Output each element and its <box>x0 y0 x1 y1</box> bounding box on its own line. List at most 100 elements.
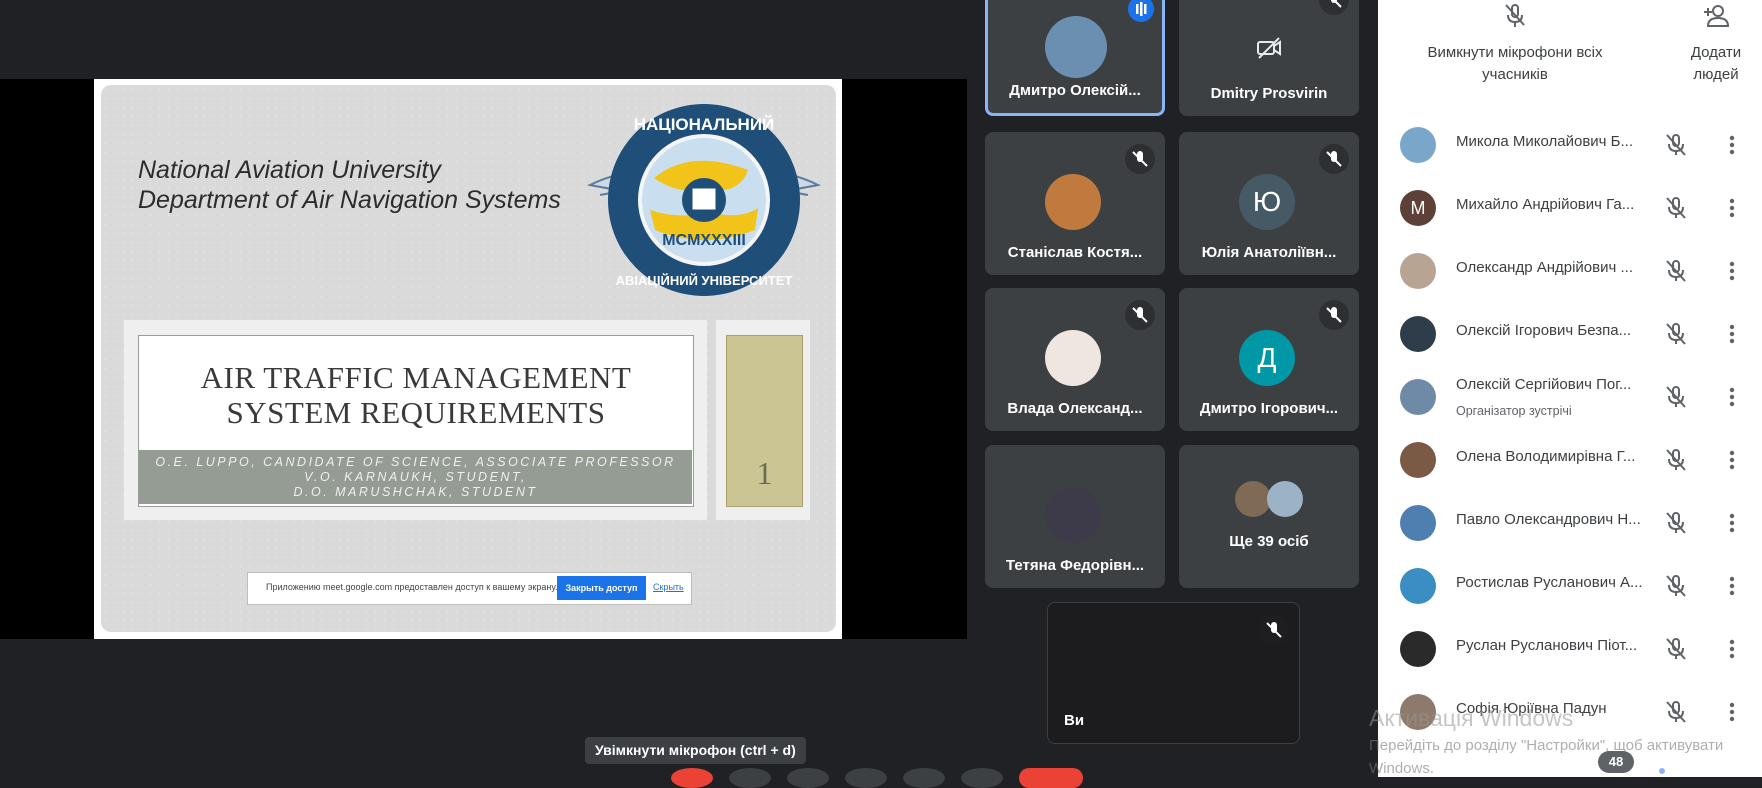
participant-tile[interactable]: Д Дмитро Ігорович... <box>1179 288 1359 431</box>
mic-tooltip: Увімкнути мікрофон (ctrl + d) <box>585 737 806 764</box>
more-vert-icon[interactable] <box>1720 448 1744 472</box>
author-3: D.O. MARUSHCHAK, STUDENT <box>293 485 538 499</box>
avatar <box>1045 174 1101 230</box>
participant-row[interactable]: Олександр Андрійович ... <box>1378 239 1762 302</box>
more-vert-icon[interactable] <box>1720 385 1744 409</box>
mic-off-icon <box>1259 615 1289 645</box>
participant-name: Дмитро Ігорович... <box>1199 400 1339 417</box>
more-vert-icon[interactable] <box>1720 637 1744 661</box>
more-vert-icon[interactable] <box>1720 574 1744 598</box>
participant-name: Павло Олександрович Н... <box>1456 511 1641 528</box>
avatar <box>1400 442 1436 478</box>
participant-tile[interactable]: Станіслав Костя... <box>985 132 1165 275</box>
mic-off-icon[interactable] <box>1662 446 1690 474</box>
participant-row[interactable]: Микола Миколайович Б... <box>1378 113 1762 176</box>
more-participants-tile[interactable]: Ще 39 осіб <box>1179 445 1359 588</box>
more-vert-icon[interactable] <box>1720 511 1744 535</box>
participant-name: Ростислав Русланович А... <box>1456 574 1643 591</box>
slide-title-line2: SYSTEM REQUIREMENTS <box>226 395 606 430</box>
participant-tile[interactable]: Ю Юлія Анатоліївн... <box>1179 132 1359 275</box>
avatar: Ю <box>1239 174 1295 230</box>
mic-off-icon[interactable] <box>1662 572 1690 600</box>
mic-off-icon <box>1319 144 1349 174</box>
university-logo: MCMXXXIII НАЦІОНАЛЬНИЙ АВІАЦІЙНИЙ УНІВЕР… <box>586 104 822 296</box>
logo-top-text: НАЦІОНАЛЬНИЙ <box>634 115 775 134</box>
slide-title: AIR TRAFFIC MANAGEMENT SYSTEM REQUIREMEN… <box>138 360 694 430</box>
more-participants-label: Ще 39 осіб <box>1229 533 1309 550</box>
mic-off-icon[interactable] <box>1662 509 1690 537</box>
windows-activation-text: Перейдіть до розділу "Настройки", щоб ак… <box>1369 737 1724 754</box>
mic-off-icon[interactable] <box>1662 383 1690 411</box>
active-indicator <box>1659 768 1665 774</box>
participant-name: Влада Олександ... <box>1007 400 1143 417</box>
avatar: М <box>1400 190 1436 226</box>
slide-number: 1 <box>756 455 773 491</box>
university-name: National Aviation University <box>138 156 441 184</box>
participant-role: Організатор зустрічі <box>1456 404 1572 418</box>
avatar <box>1045 330 1101 386</box>
mic-off-icon[interactable] <box>1662 635 1690 663</box>
hide-notice-link[interactable]: Скрыть <box>653 582 684 592</box>
participant-tile[interactable]: Dmitry Prosvirin <box>1179 0 1359 116</box>
avatar <box>1400 253 1436 289</box>
participant-tile[interactable]: Влада Олександ... <box>985 288 1165 431</box>
mic-toggle-button[interactable] <box>671 768 713 788</box>
participant-name: Олена Володимирівна Г... <box>1456 448 1636 465</box>
camera-off-icon <box>1257 37 1281 59</box>
mic-off-icon[interactable] <box>1662 320 1690 348</box>
participant-tile[interactable]: Тетяна Федорівн... <box>985 445 1165 588</box>
more-options-button[interactable] <box>961 768 1003 788</box>
speaking-indicator-icon <box>1128 0 1154 22</box>
participant-name: Михайло Андрійович Га... <box>1456 196 1635 213</box>
participant-row[interactable]: Олексій Ігорович Безпа... <box>1378 302 1762 365</box>
participant-row[interactable]: Руслан Русланович Піот... <box>1378 617 1762 680</box>
raise-hand-button[interactable] <box>845 768 887 788</box>
self-view-tile[interactable]: Ви <box>1047 602 1300 744</box>
participant-name: Станіслав Костя... <box>1007 244 1143 261</box>
author-1: O.E. LUPPO, CANDIDATE OF SCIENCE, ASSOCI… <box>155 455 676 469</box>
participant-name: Олексій Ігорович Безпа... <box>1456 322 1632 339</box>
participant-name: Dmitry Prosvirin <box>1210 85 1328 102</box>
avatar <box>1400 631 1436 667</box>
windows-activation-title: Активація Windows <box>1369 705 1574 731</box>
author-2: V.O. KARNAUKH, STUDENT, <box>304 470 527 484</box>
camera-toggle-button[interactable] <box>729 768 771 788</box>
participant-row[interactable]: Олена Володимирівна Г... <box>1378 428 1762 491</box>
participant-name: Олександр Андрійович ... <box>1456 259 1633 276</box>
mute-all-button[interactable]: Вимкнути мікрофони всіх учасників <box>1410 0 1620 86</box>
participant-row[interactable]: Олексій Сергійович Пог... Організатор зус… <box>1378 365 1762 428</box>
more-vert-icon[interactable] <box>1720 700 1744 724</box>
avatar <box>1400 505 1436 541</box>
end-call-button[interactable] <box>1019 768 1083 788</box>
avatar <box>1400 316 1436 352</box>
avatar <box>1045 487 1101 543</box>
mic-off-icon[interactable] <box>1662 131 1690 159</box>
logo-year: MCMXXXIII <box>662 232 746 249</box>
mic-off-icon[interactable] <box>1662 698 1690 726</box>
screen-share-notice-text: Приложению meet.google.com предоставлен … <box>266 582 558 592</box>
participant-tile[interactable]: Дмитро Олексій... <box>985 0 1165 116</box>
slide-title-line1: AIR TRAFFIC MANAGEMENT <box>200 360 632 395</box>
mute-all-label-1: Вимкнути мікрофони всіх <box>1427 44 1603 61</box>
stop-sharing-button[interactable]: Закрыть доступ <box>557 576 646 600</box>
participant-row[interactable]: Павло Олександрович Н... <box>1378 491 1762 554</box>
more-vert-icon[interactable] <box>1720 259 1744 283</box>
mic-off-icon[interactable] <box>1662 257 1690 285</box>
mic-off-icon[interactable] <box>1662 194 1690 222</box>
avatar <box>1267 481 1303 517</box>
participant-name: Олексій Сергійович Пог... <box>1456 376 1632 393</box>
more-vert-icon[interactable] <box>1720 322 1744 346</box>
participant-row[interactable]: Ростислав Русланович А... <box>1378 554 1762 617</box>
captions-button[interactable] <box>787 768 829 788</box>
add-people-button[interactable]: Додати людей <box>1670 0 1762 86</box>
participant-name: Юлія Анатоліївн... <box>1201 244 1337 261</box>
self-name: Ви <box>1064 712 1085 729</box>
present-button[interactable] <box>903 768 945 788</box>
participant-name: Микола Миколайович Б... <box>1456 133 1633 150</box>
mic-off-icon <box>1319 300 1349 330</box>
mic-off-icon <box>1319 0 1349 15</box>
participant-name: Руслан Русланович Піот... <box>1456 637 1638 654</box>
participant-row[interactable]: М Михайло Андрійович Га... <box>1378 176 1762 239</box>
more-vert-icon[interactable] <box>1720 133 1744 157</box>
more-vert-icon[interactable] <box>1720 196 1744 220</box>
